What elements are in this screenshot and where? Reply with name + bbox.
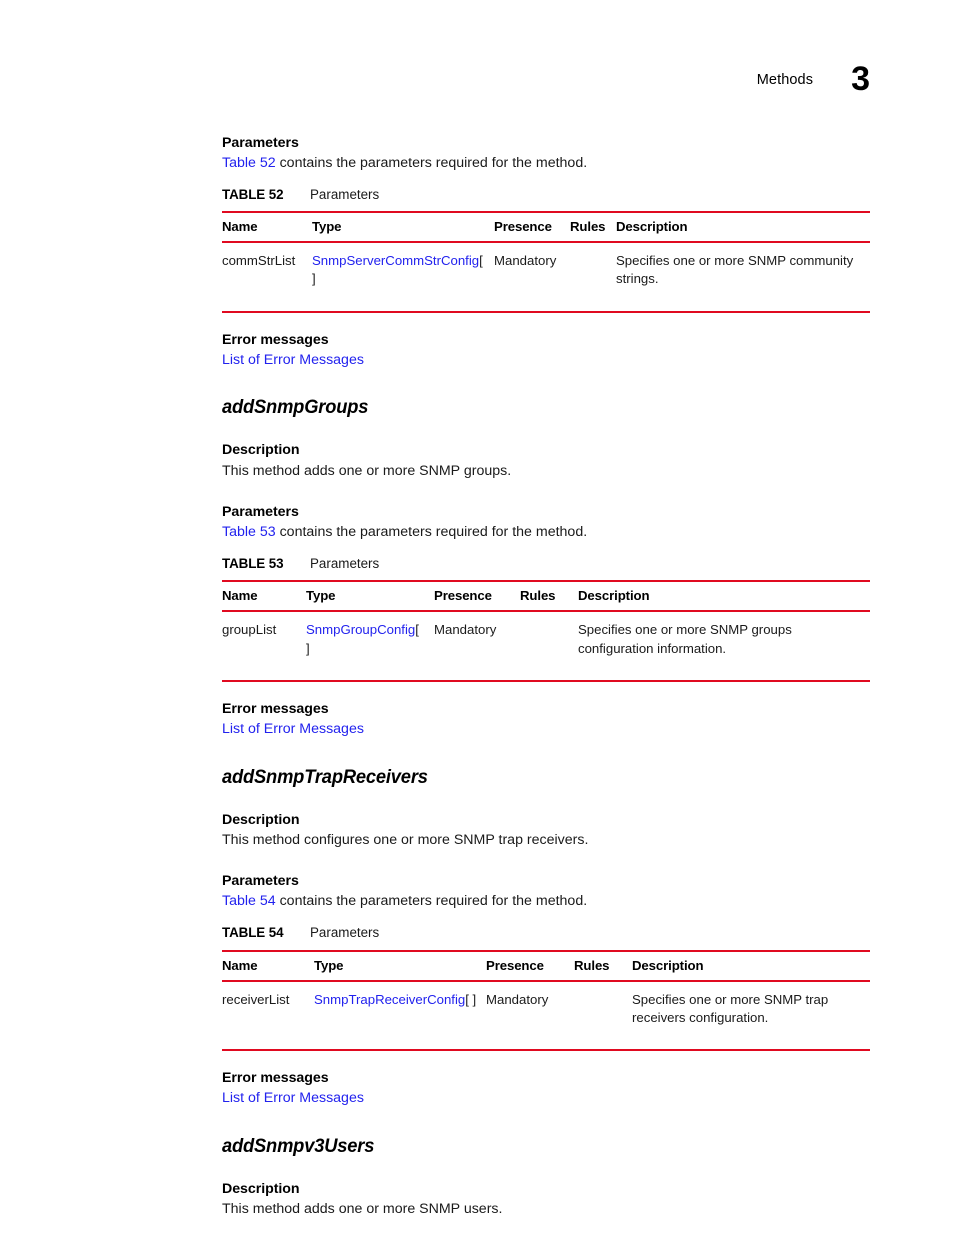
error-messages-link-row: List of Error Messages [222,719,870,740]
column-header: Rules [570,211,616,244]
param-type-link[interactable]: SnmpGroupConfig [306,622,415,637]
column-header: Name [222,949,314,982]
description-heading: Description [222,442,300,459]
param-presence-cell: Mandatory [434,611,520,682]
error-messages-heading: Error messages [222,700,329,717]
table-row: commStrList SnmpServerCommStrConfig[ ] Man… [222,242,870,313]
param-rules-cell [570,242,616,313]
column-header: Type [314,949,486,982]
running-header-chapter-label: Methods [756,72,814,88]
error-messages-heading: Error messages [222,331,329,348]
parameters-intro-text: Table 53 contains the parameters require… [222,522,870,543]
parameters-table: Name Type Presence Rules Description receiver… [222,949,870,1051]
table-caption: TABLE 53 Parameters [222,555,870,572]
table-caption-label: TABLE 52 [222,186,284,202]
parameters-heading: Parameters [222,873,299,890]
column-header: Presence [434,580,520,613]
parameters-intro-text: Table 52 contains the parameters require… [222,153,870,174]
table-header-row: Name Type Presence Rules Description [222,580,870,613]
parameters-intro-rest: contains the parameters required for the… [275,155,588,172]
description-heading: Description [222,811,300,828]
param-rules-cell [574,980,632,1051]
method-heading: addSnmpGroups [222,396,369,419]
param-name-cell: commStrList [222,242,312,313]
param-presence-cell: Mandatory [486,980,574,1051]
param-name-cell: receiverList [222,980,314,1051]
param-rules-cell [520,611,578,682]
error-messages-link[interactable]: List of Error Messages [222,721,364,737]
description-text: This method adds one or more SNMP users. [222,1200,503,1217]
column-header: Name [222,211,312,244]
error-messages-link[interactable]: List of Error Messages [222,1090,364,1106]
param-presence-cell: Mandatory [494,242,570,313]
table-header-row: Name Type Presence Rules Description [222,211,870,244]
param-description-cell: Specifies one or more SNMP trap receiver… [632,980,870,1051]
table-caption-label: TABLE 53 [222,555,284,571]
column-header: Name [222,580,306,613]
method-heading: addSnmpTrapReceivers [222,765,428,788]
column-header: Description [578,580,870,613]
parameters-heading: Parameters [222,135,299,151]
parameters-heading: Parameters [222,504,299,521]
description-text: This method adds one or more SNMP groups… [222,462,512,479]
running-header: Methods 3 [756,56,870,96]
column-header: Presence [486,949,574,982]
main-content-column: Parameters Table 52 contains the paramete… [222,134,870,1235]
error-messages-link[interactable]: List of Error Messages [222,352,364,368]
column-header: Rules [574,949,632,982]
error-messages-link-row: List of Error Messages [222,350,870,371]
running-header-chapter-number: 3 [851,60,870,98]
param-type-link[interactable]: SnmpTrapReceiverConfig [314,992,465,1007]
table-header-row: Name Type Presence Rules Description [222,949,870,982]
parameters-intro-rest: contains the parameters required for the… [275,524,588,541]
description-text: This method configures one or more SNMP … [222,831,589,848]
table-cross-reference-link[interactable]: Table 52 [222,155,276,171]
param-description-cell: Specifies one or more SNMP community str… [616,242,870,313]
description-heading: Description [222,1180,300,1197]
error-messages-heading: Error messages [222,1069,329,1086]
table-cross-reference-link[interactable]: Table 54 [222,893,276,909]
table-row: receiverList SnmpTrapReceiverConfig[ ] Man… [222,980,870,1051]
column-header: Type [306,580,434,613]
param-description-cell: Specifies one or more SNMP groups config… [578,611,870,682]
param-type-cell: SnmpServerCommStrConfig[ ] [312,242,494,313]
param-type-cell: SnmpTrapReceiverConfig[ ] [314,980,486,1051]
document-page: Methods 3 Parameters Table 52 contains th… [0,0,954,1235]
table-caption: TABLE 52 Parameters [222,186,870,203]
parameters-intro-text: Table 54 contains the parameters require… [222,891,870,912]
param-type-link[interactable]: SnmpServerCommStrConfig [312,253,479,268]
method-heading: addSnmpv3Users [222,1134,375,1157]
column-header: Description [616,211,870,244]
table-caption-label: TABLE 54 [222,925,284,941]
table-row: groupList SnmpGroupConfig[ ] Mandatory Spec… [222,611,870,682]
table-caption-title: Parameters [310,555,380,571]
column-header: Description [632,949,870,982]
param-type-cell: SnmpGroupConfig[ ] [306,611,434,682]
error-messages-link-row: List of Error Messages [222,1088,870,1109]
param-type-array-brackets: [ ] [465,991,477,1007]
table-caption-title: Parameters [310,925,380,941]
table-cross-reference-link[interactable]: Table 53 [222,524,276,540]
parameters-intro-rest: contains the parameters required for the… [275,893,588,910]
column-header: Rules [520,580,578,613]
parameters-table: Name Type Presence Rules Description commStrL… [222,211,870,313]
column-header: Presence [494,211,570,244]
param-name-cell: groupList [222,611,306,682]
parameters-table: Name Type Presence Rules Description groupLis… [222,580,870,682]
table-caption-title: Parameters [310,186,380,202]
table-caption: TABLE 54 Parameters [222,924,870,941]
column-header: Type [312,211,494,244]
